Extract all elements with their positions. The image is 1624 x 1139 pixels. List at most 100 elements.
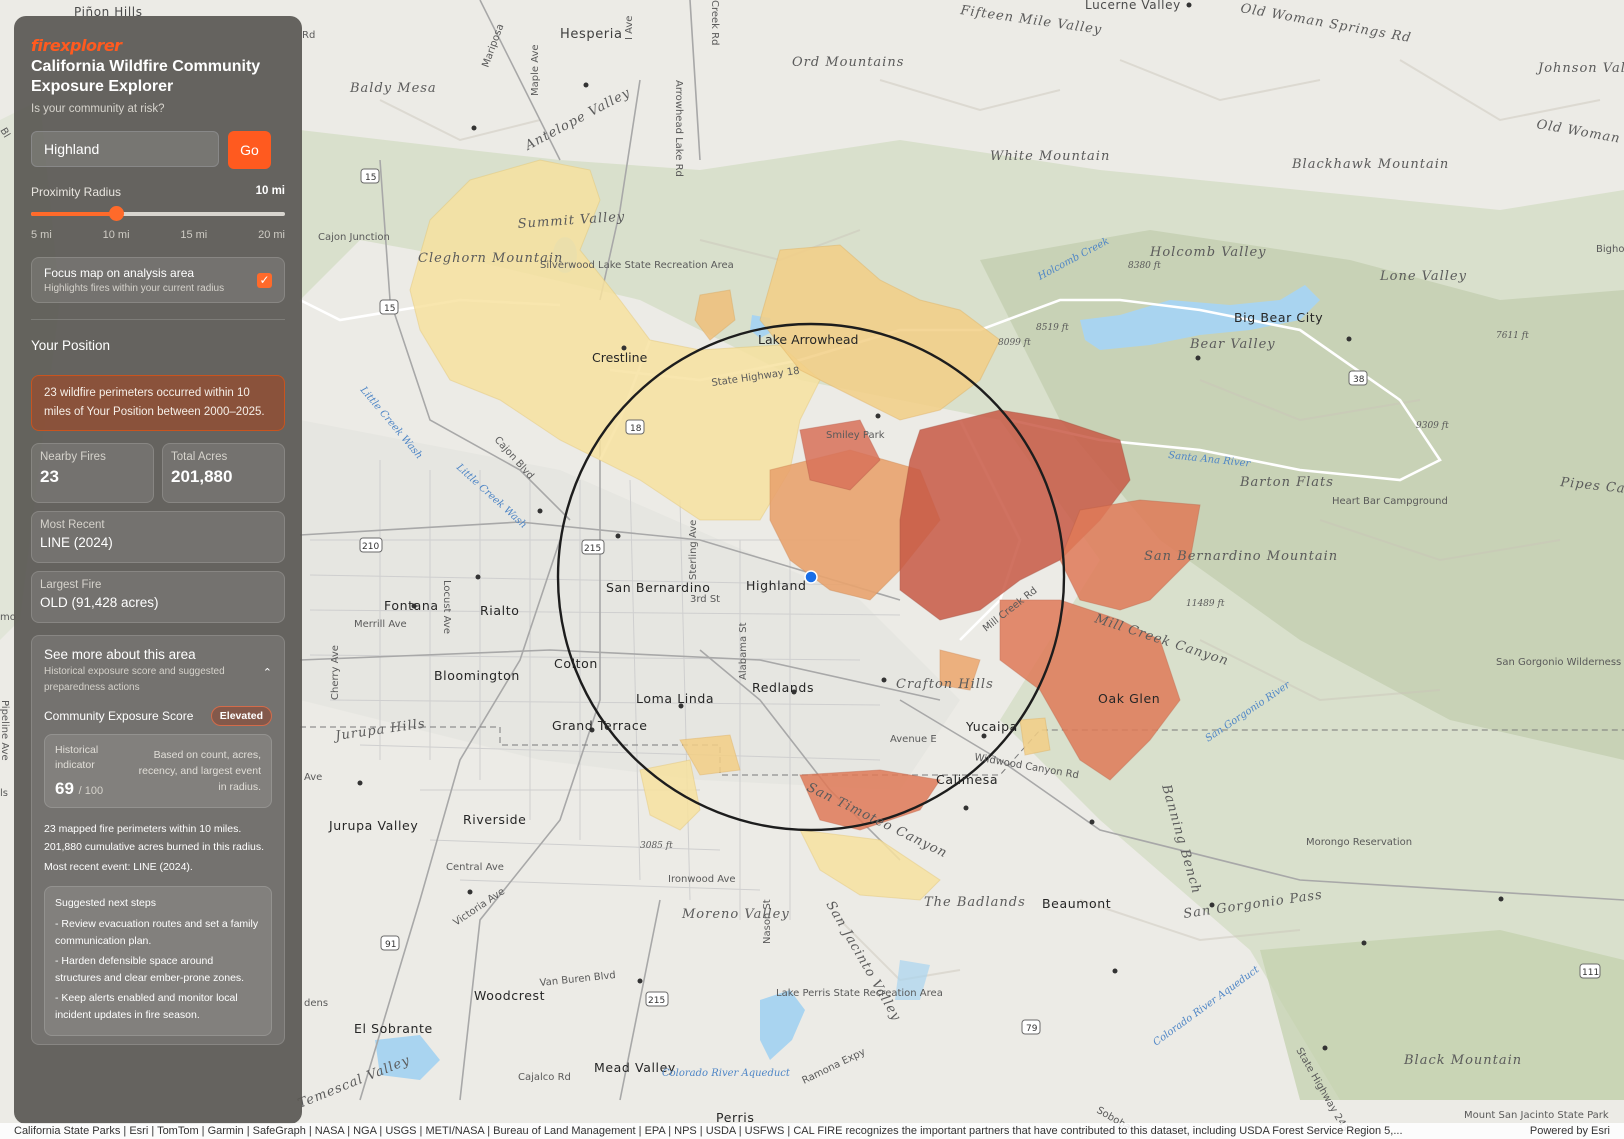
svg-text:Nason St: Nason St (762, 899, 773, 944)
svg-text:Ord Mountains: Ord Mountains (792, 55, 904, 70)
svg-text:Holcomb Valley: Holcomb Valley (1149, 245, 1267, 260)
svg-text:San Bernardino: San Bernardino (606, 580, 711, 595)
radius-value: 10 mi (255, 185, 285, 197)
svg-text:Colton: Colton (554, 656, 598, 671)
largest-fire-card: Largest Fire OLD (91,428 acres) (31, 571, 285, 623)
svg-text:Yucaipa: Yucaipa (965, 719, 1018, 734)
side-panel: firexplorer California Wildfire Communit… (14, 16, 302, 1124)
svg-text:Big Bear City: Big Bear City (1234, 310, 1323, 325)
svg-text:Ave: Ave (304, 772, 322, 783)
svg-text:111: 111 (1582, 968, 1599, 978)
svg-text:Pipeline Ave: Pipeline Ave (0, 700, 10, 761)
svg-text:18: 18 (630, 424, 642, 434)
next-steps-title: Suggested next steps (55, 897, 156, 909)
summary-line: 23 mapped fire perimeters within 10 mile… (44, 823, 242, 835)
attribution-text[interactable]: California State Parks | Esri | TomTom |… (14, 1123, 1514, 1139)
most-recent-card: Most Recent LINE (2024) (31, 511, 285, 563)
see-more-header[interactable]: See more about this area (44, 647, 272, 662)
svg-text:Beaumont: Beaumont (1042, 896, 1111, 911)
svg-text:210: 210 (362, 542, 379, 552)
svg-text:ls: ls (0, 788, 8, 799)
total-acres-value: 201,880 (171, 467, 233, 486)
total-acres-label: Total Acres (171, 451, 228, 463)
radius-header: Proximity Radius 10 mi (31, 185, 285, 199)
svg-text:Rd: Rd (302, 30, 315, 41)
svg-text:Highland: Highland (746, 578, 807, 593)
svg-text:Redlands: Redlands (752, 680, 814, 695)
fire-alert: 23 wildfire perimeters occurred within 1… (31, 375, 285, 431)
indicator-value: 69 / 100 (55, 779, 104, 798)
svg-text:Crafton Hills: Crafton Hills (896, 677, 994, 692)
app-subtitle: Is your community at risk? (31, 103, 165, 115)
location-search-input[interactable] (31, 131, 219, 167)
nearby-fires-card: Nearby Fires 23 (31, 443, 154, 503)
chevron-up-icon[interactable]: ⌃ (263, 666, 272, 696)
nearby-fires-value: 23 (40, 467, 59, 486)
focus-checkbox[interactable]: ✓ (257, 272, 272, 288)
next-steps-card: Suggested next steps - Review evacuation… (44, 886, 272, 1036)
svg-text:215: 215 (584, 544, 601, 554)
svg-text:San Bernardino Mountain: San Bernardino Mountain (1144, 549, 1338, 564)
svg-text:Fontana: Fontana (384, 598, 439, 613)
go-button[interactable]: Go (228, 131, 271, 169)
radius-slider[interactable] (31, 205, 285, 223)
powered-by[interactable]: Powered by Esri (1530, 1123, 1610, 1139)
summary-lines: 23 mapped fire perimeters within 10 mile… (44, 820, 272, 876)
svg-text:Barton Flats: Barton Flats (1239, 475, 1334, 490)
nearby-fires-label: Nearby Fires (40, 451, 106, 463)
svg-text:Maple Ave: Maple Ave (530, 44, 541, 96)
svg-text:Calimesa: Calimesa (936, 772, 998, 787)
slider-handle[interactable] (108, 206, 124, 221)
svg-text:Lone Valley: Lone Valley (1379, 269, 1467, 284)
svg-text:Blackhawk Mountain: Blackhawk Mountain (1291, 157, 1449, 172)
tick-label: 10 mi (102, 229, 130, 241)
svg-text:Central Ave: Central Ave (446, 862, 504, 873)
indicator-label: Historical indicator (55, 744, 99, 771)
tick-label: 15 mi (180, 229, 208, 241)
svg-text:Silverwood Lake State Recreati: Silverwood Lake State Recreation Area (540, 260, 734, 271)
svg-text:Johnson Valley: Johnson Valley (1535, 61, 1624, 76)
svg-text:Bigho W: Bigho W (1596, 244, 1624, 255)
svg-text:Morongo Reservation: Morongo Reservation (1306, 837, 1412, 848)
svg-text:Heart Bar Campground: Heart Bar Campground (1332, 496, 1448, 507)
see-more-section: See more about this area Historical expo… (31, 635, 285, 1045)
radius-label: Proximity Radius (31, 185, 122, 199)
svg-text:The Badlands: The Badlands (924, 895, 1026, 910)
see-more-desc: Historical exposure score and suggested … (44, 666, 225, 693)
svg-text:Woodcrest: Woodcrest (474, 988, 545, 1003)
svg-text:Bear Valley: Bear Valley (1189, 337, 1276, 352)
svg-text:Baldy Mesa: Baldy Mesa (349, 81, 437, 96)
svg-text:Lucerne Valley: Lucerne Valley (1085, 0, 1181, 12)
svg-text:Ironwood Ave: Ironwood Ave (668, 874, 736, 885)
svg-text:Sterling Ave: Sterling Ave (688, 520, 699, 580)
svg-text:7611 ft: 7611 ft (1496, 331, 1529, 341)
next-step-item: - Keep alerts enabled and monitor local … (55, 992, 238, 1021)
tick-label: 5 mi (31, 229, 52, 241)
svg-text:15: 15 (365, 173, 376, 183)
svg-text:15: 15 (384, 304, 395, 314)
svg-text:Mount San Jacinto State Park: Mount San Jacinto State Park (1464, 1110, 1609, 1121)
app-title: California Wildfire Community Exposure E… (31, 58, 261, 95)
svg-text:Riverside: Riverside (463, 812, 526, 827)
summary-line: Most recent event: LINE (2024). (44, 861, 193, 873)
svg-text:San Gorgonio Wilderness: San Gorgonio Wilderness (1496, 657, 1621, 668)
svg-text:Arrowhead Lake Rd: Arrowhead Lake Rd (673, 80, 684, 177)
summary-line: 201,880 cumulative acres burned in this … (44, 841, 265, 853)
svg-text:11489 ft: 11489 ft (1186, 599, 1225, 609)
svg-text:I Ave: I Ave (624, 16, 635, 40)
svg-text:Alabama St: Alabama St (738, 622, 749, 680)
svg-text:Lake Arrowhead: Lake Arrowhead (758, 332, 859, 347)
focus-map-toggle[interactable]: Focus map on analysis area Highlights fi… (31, 257, 285, 303)
largest-fire-label: Largest Fire (40, 579, 102, 591)
svg-text:White Mountain: White Mountain (990, 149, 1110, 164)
svg-text:Creek Rd: Creek Rd (709, 0, 720, 45)
svg-text:Locust Ave: Locust Ave (441, 580, 452, 634)
indicator-note: Based on count, acres, recency, and larg… (138, 749, 261, 793)
svg-text:Jurupa Valley: Jurupa Valley (328, 818, 418, 833)
svg-text:Oak Glen: Oak Glen (1098, 691, 1160, 706)
svg-text:Colorado River Aqueduct: Colorado River Aqueduct (662, 1068, 791, 1079)
svg-text:8380 ft: 8380 ft (1128, 261, 1161, 271)
svg-text:Loma Linda: Loma Linda (636, 691, 714, 706)
svg-text:Lake Perris State Recreation A: Lake Perris State Recreation Area (776, 988, 943, 999)
svg-text:38: 38 (1353, 375, 1365, 385)
